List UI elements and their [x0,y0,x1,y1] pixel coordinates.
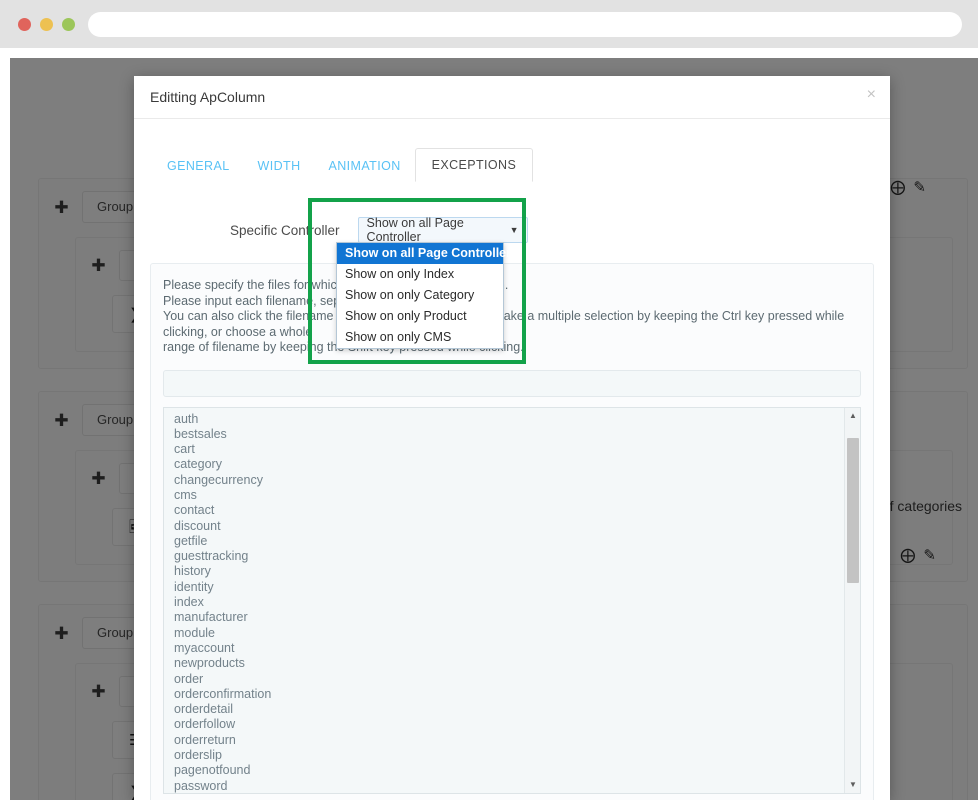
file-list-item[interactable]: history [172,564,844,579]
modal-title: Editting ApColumn [150,89,266,105]
file-list-item[interactable]: bestsales [172,427,844,442]
specific-controller-select[interactable]: Show on all Page Controller ▼ [357,216,528,244]
file-list-item[interactable]: newproducts [172,656,844,671]
filename-input[interactable] [163,369,861,397]
file-list-item[interactable]: category [172,457,844,472]
address-bar[interactable] [88,12,962,37]
file-list-item[interactable]: cms [172,488,844,503]
tab-exceptions[interactable]: EXCEPTIONS [414,148,534,182]
maximize-window-dot[interactable] [62,18,75,31]
scroll-down-icon[interactable]: ▼ [845,777,860,793]
chevron-down-icon: ▼ [509,225,519,235]
file-list-item[interactable]: index [172,595,844,610]
controller-option[interactable]: Show on all Page Controller [337,243,511,264]
file-list-item[interactable]: orderreturn [172,733,844,748]
controller-option[interactable]: Show on only CMS [337,327,503,348]
controller-option[interactable]: Show on only Product [337,306,503,327]
tab-animation[interactable]: ANIMATION [315,151,415,181]
scrollbar-thumb[interactable] [847,437,859,583]
file-list-item[interactable]: orderfollow [172,717,844,732]
vertical-scrollbar[interactable]: ▲ ▼ [844,407,860,793]
edit-column-modal: Editting ApColumn × GENERAL WIDTH ANIMAT… [134,76,890,800]
window-controls [18,18,75,31]
file-list-item[interactable]: changecurrency [172,473,844,488]
exceptions-panel: Please specify the files for which you w… [150,263,874,800]
controller-option[interactable]: Show on only Index [337,264,503,285]
file-list-item[interactable]: order [172,672,844,687]
tab-width[interactable]: WIDTH [244,151,315,181]
selected-option-text: Show on all Page Controller [366,216,464,244]
close-icon[interactable]: × [867,87,876,103]
file-list-item[interactable]: pagenotfound [172,763,844,778]
help-line: You can also click the filename in the f… [163,309,845,339]
screenshot-root: ✚ Group ▾ ✚ Column ❯ Block Ca [0,0,978,800]
file-list-item[interactable]: contact [172,503,844,518]
controller-option[interactable]: Show on only Category [337,285,503,306]
tab-general[interactable]: GENERAL [153,151,244,181]
close-window-dot[interactable] [18,18,31,31]
file-list-item[interactable]: auth [172,412,844,427]
minimize-window-dot[interactable] [40,18,53,31]
modal-header: Editting ApColumn × [134,76,890,119]
file-list: auth bestsales cart category changecurrency c… [164,408,844,793]
scroll-up-icon[interactable]: ▲ [845,408,860,424]
file-list-item[interactable]: myaccount [172,641,844,656]
file-list-item[interactable]: orderslip [172,748,844,763]
file-list-item[interactable]: guesttracking [172,549,844,564]
controller-file-listbox[interactable]: auth bestsales cart category changecurrency c… [163,406,861,794]
file-list-item[interactable]: discount [172,519,844,534]
help-line: Please specify the files for which you w… [163,278,508,292]
help-line: range of filename by keeping the Shift k… [163,340,524,354]
file-list-item[interactable]: orderdetail [172,702,844,717]
specific-controller-row: Specific Controller Show on all Page Con… [150,216,874,244]
file-list-item[interactable]: password [172,779,844,793]
file-list-item[interactable]: getfile [172,534,844,549]
help-line: Please input each filename, separated by… [163,293,451,308]
file-list-item[interactable]: orderconfirmation [172,687,844,702]
file-list-item[interactable]: manufacturer [172,610,844,625]
file-list-item[interactable]: identity [172,580,844,595]
specific-controller-options[interactable]: Show on all Page Controller Show on only … [336,242,511,349]
modal-body: GENERAL WIDTH ANIMATION EXCEPTIONS Speci… [134,147,890,800]
browser-chrome [0,0,978,48]
file-list-item[interactable]: module [172,626,844,641]
tab-bar: GENERAL WIDTH ANIMATION EXCEPTIONS [150,147,874,182]
specific-controller-label: Specific Controller [230,222,340,238]
file-list-item[interactable]: cart [172,442,844,457]
